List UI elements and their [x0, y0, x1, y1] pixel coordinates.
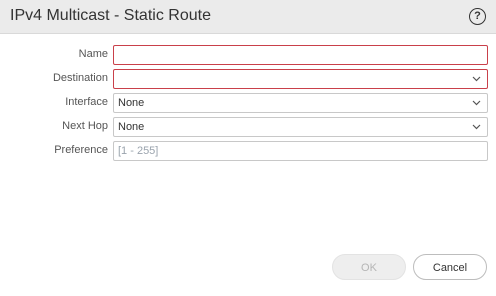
- destination-row: Destination: [0, 69, 496, 89]
- destination-label: Destination: [52, 72, 108, 84]
- next-hop-value: None: [118, 121, 145, 133]
- chevron-down-icon[interactable]: [472, 122, 481, 131]
- interface-label: Interface: [65, 96, 108, 108]
- preference-placeholder: [1 - 255]: [118, 145, 159, 157]
- preference-input[interactable]: [1 - 255]: [113, 141, 488, 161]
- cancel-button[interactable]: Cancel: [413, 254, 487, 280]
- next-hop-select[interactable]: None: [113, 117, 488, 137]
- interface-row: Interface None: [0, 93, 496, 113]
- interface-value: None: [118, 97, 145, 109]
- interface-select[interactable]: None: [113, 93, 488, 113]
- next-hop-row: Next Hop None: [0, 117, 496, 137]
- ok-button[interactable]: OK: [332, 254, 406, 280]
- next-hop-label: Next Hop: [62, 120, 108, 132]
- dialog-titlebar: IPv4 Multicast - Static Route ?: [0, 0, 496, 34]
- name-input[interactable]: [113, 45, 488, 65]
- chevron-down-icon[interactable]: [472, 74, 481, 83]
- dialog-title: IPv4 Multicast - Static Route: [10, 7, 211, 24]
- static-route-dialog: IPv4 Multicast - Static Route ? Name Des…: [0, 0, 496, 296]
- name-label: Name: [78, 48, 108, 60]
- name-row: Name: [0, 45, 496, 65]
- destination-combobox[interactable]: [113, 69, 488, 89]
- help-icon[interactable]: ?: [469, 8, 486, 25]
- preference-label: Preference: [54, 144, 108, 156]
- chevron-down-icon[interactable]: [472, 98, 481, 107]
- preference-row: Preference [1 - 255]: [0, 141, 496, 161]
